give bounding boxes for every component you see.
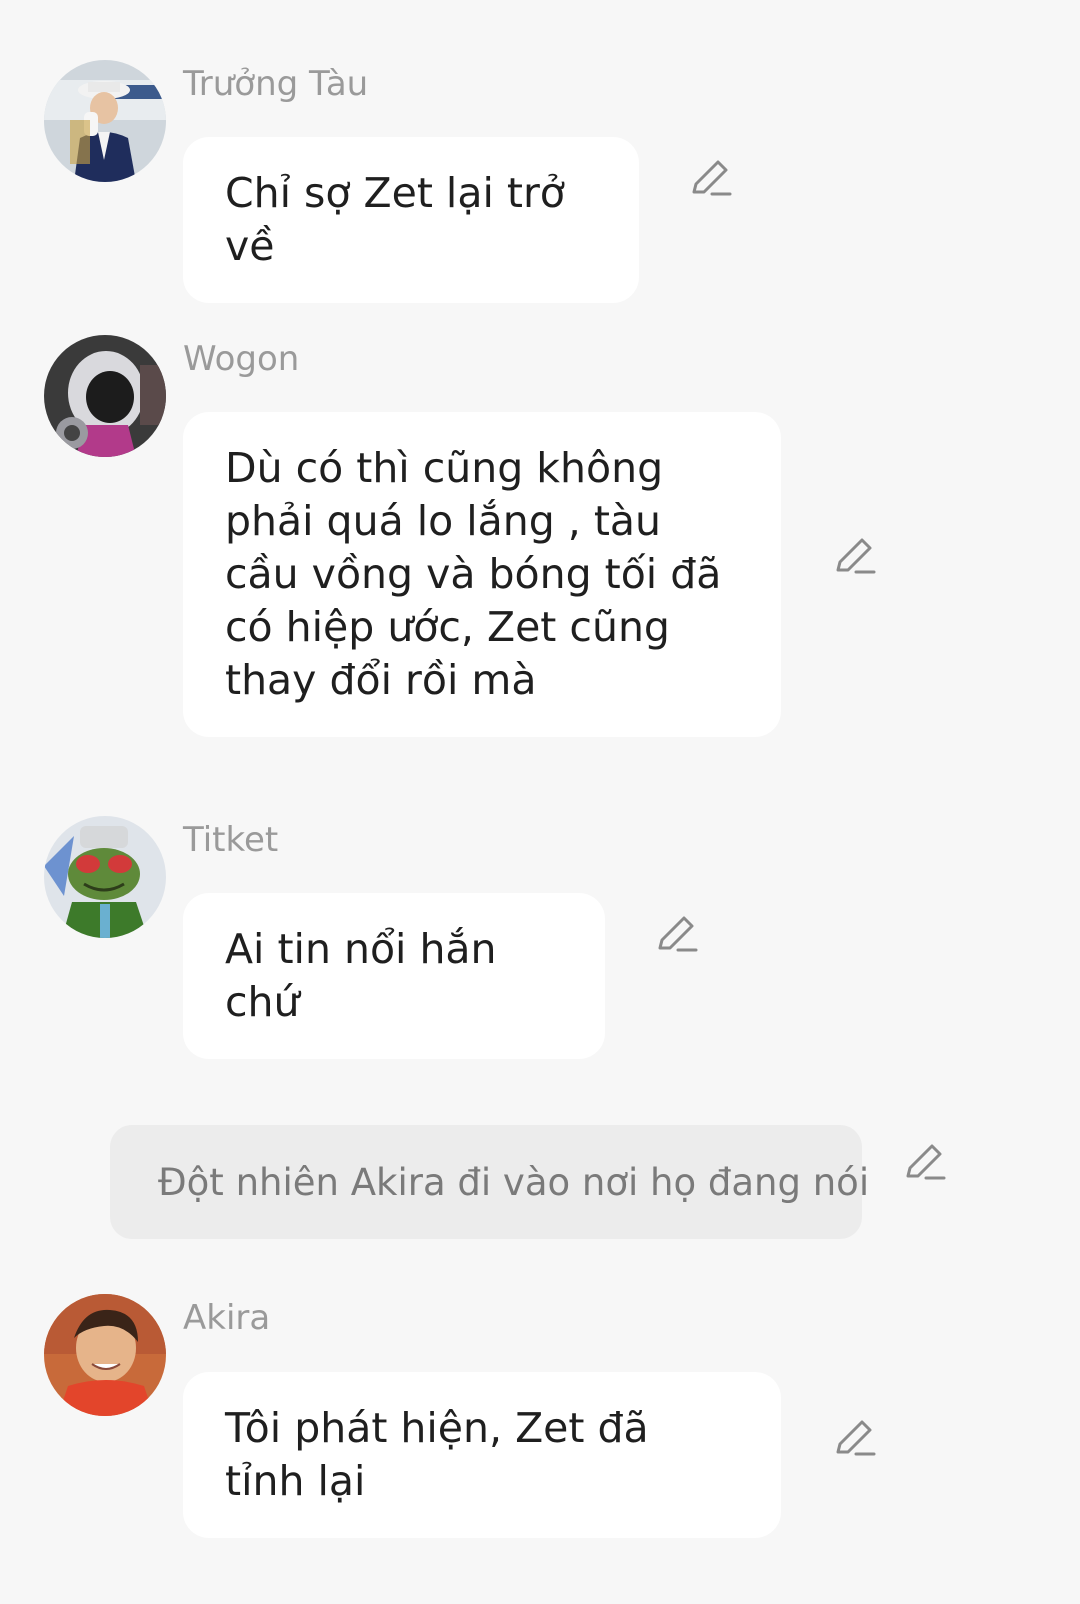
avatar-truong-tau[interactable] (44, 60, 166, 182)
narration-bubble[interactable]: Đột nhiên Akira đi vào nơi họ đang nói (110, 1125, 869, 1239)
conductor-photo (44, 60, 166, 182)
edit-button[interactable] (902, 1140, 950, 1188)
edit-button[interactable] (832, 1416, 880, 1464)
message-text: Chỉ sợ Zet lại trở về (225, 169, 565, 270)
message-bubble[interactable]: Tôi phát hiện, Zet đã tỉnh lại (183, 1372, 781, 1538)
message-bubble[interactable]: Ai tin nổi hắn chứ (183, 893, 605, 1059)
pencil-edit-icon (692, 160, 732, 196)
message-text: Ai tin nổi hắn chứ (225, 925, 497, 1026)
edit-button[interactable] (654, 912, 702, 960)
sender-name: Wogon (183, 339, 300, 379)
pencil-edit-icon (658, 916, 698, 952)
message-text: Tôi phát hiện, Zet đã tỉnh lại (225, 1404, 649, 1505)
frog-character-photo (44, 816, 166, 938)
message-bubble[interactable]: Dù có thì cũng không phải quá lo lắng , … (183, 412, 781, 737)
pencil-edit-icon (836, 538, 876, 574)
avatar-titket[interactable] (44, 816, 166, 938)
pencil-edit-icon (906, 1144, 946, 1180)
message-text: Dù có thì cũng không phải quá lo lắng , … (225, 444, 722, 704)
pencil-edit-icon (836, 1420, 876, 1456)
edit-button[interactable] (832, 534, 880, 582)
person-photo (44, 1294, 166, 1416)
robot-photo (44, 335, 166, 457)
sender-name: Titket (183, 820, 279, 860)
edit-button[interactable] (688, 156, 736, 204)
narration-text: Đột nhiên Akira đi vào nơi họ đang nói (158, 1160, 870, 1204)
message-bubble[interactable]: Chỉ sợ Zet lại trở về (183, 137, 639, 303)
sender-name: Trưởng Tàu (183, 64, 369, 104)
sender-name: Akira (183, 1298, 271, 1338)
avatar-wogon[interactable] (44, 335, 166, 457)
avatar-akira[interactable] (44, 1294, 166, 1416)
